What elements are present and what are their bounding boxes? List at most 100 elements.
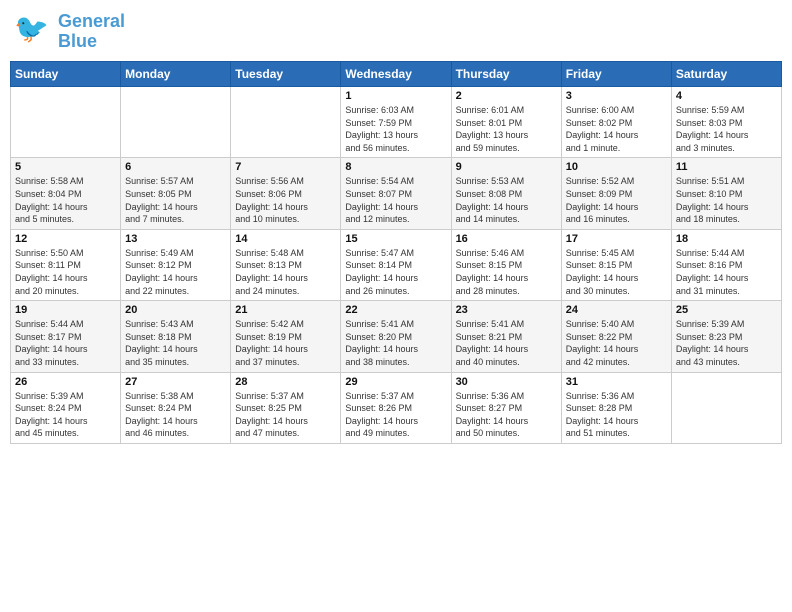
day-cell-2: 2 Sunrise: 6:01 AM Sunset: 8:01 PM Daylig… xyxy=(451,87,561,158)
day-info: Sunrise: 5:48 AM Sunset: 8:13 PM Dayligh… xyxy=(235,247,336,297)
week-row-4: 19 Sunrise: 5:44 AM Sunset: 8:17 PM Dayli… xyxy=(11,301,782,372)
day-number: 23 xyxy=(456,304,557,316)
empty-cell xyxy=(121,87,231,158)
day-number: 10 xyxy=(566,161,667,173)
day-number: 1 xyxy=(345,90,446,102)
day-number: 4 xyxy=(676,90,777,102)
calendar-table: SundayMondayTuesdayWednesdayThursdayFrid… xyxy=(10,61,782,444)
day-cell-10: 10 Sunrise: 5:52 AM Sunset: 8:09 PM Dayli… xyxy=(561,158,671,229)
day-cell-8: 8 Sunrise: 5:54 AM Sunset: 8:07 PM Daylig… xyxy=(341,158,451,229)
day-info: Sunrise: 5:44 AM Sunset: 8:17 PM Dayligh… xyxy=(15,318,116,368)
day-cell-22: 22 Sunrise: 5:41 AM Sunset: 8:20 PM Dayli… xyxy=(341,301,451,372)
day-cell-23: 23 Sunrise: 5:41 AM Sunset: 8:21 PM Dayli… xyxy=(451,301,561,372)
day-number: 9 xyxy=(456,161,557,173)
day-info: Sunrise: 5:41 AM Sunset: 8:20 PM Dayligh… xyxy=(345,318,446,368)
day-info: Sunrise: 5:44 AM Sunset: 8:16 PM Dayligh… xyxy=(676,247,777,297)
day-number: 29 xyxy=(345,376,446,388)
day-number: 5 xyxy=(15,161,116,173)
day-cell-15: 15Sunrise: 5:47 AM Sunset: 8:14 PM Dayli… xyxy=(341,229,451,300)
day-cell-24: 24 Sunrise: 5:40 AM Sunset: 8:22 PM Dayli… xyxy=(561,301,671,372)
logo-name: General xyxy=(58,12,125,32)
day-info: Sunrise: 5:36 AM Sunset: 8:28 PM Dayligh… xyxy=(566,390,667,440)
day-number: 22 xyxy=(345,304,446,316)
day-info: Sunrise: 5:45 AM Sunset: 8:15 PM Dayligh… xyxy=(566,247,667,297)
day-info: Sunrise: 6:03 AM Sunset: 7:59 PM Dayligh… xyxy=(345,104,446,154)
day-info: Sunrise: 5:54 AM Sunset: 8:07 PM Dayligh… xyxy=(345,175,446,225)
day-cell-16: 16 Sunrise: 5:46 AM Sunset: 8:15 PM Dayli… xyxy=(451,229,561,300)
day-cell-6: 6Sunrise: 5:57 AM Sunset: 8:05 PM Daylig… xyxy=(121,158,231,229)
weekday-header-saturday: Saturday xyxy=(671,62,781,87)
day-info: Sunrise: 5:46 AM Sunset: 8:15 PM Dayligh… xyxy=(456,247,557,297)
logo-bird-icon: 🐦 xyxy=(14,10,54,53)
day-cell-31: 31 Sunrise: 5:36 AM Sunset: 8:28 PM Dayli… xyxy=(561,372,671,443)
day-info: Sunrise: 5:51 AM Sunset: 8:10 PM Dayligh… xyxy=(676,175,777,225)
empty-cell xyxy=(671,372,781,443)
day-number: 16 xyxy=(456,233,557,245)
empty-cell xyxy=(231,87,341,158)
day-info: Sunrise: 5:37 AM Sunset: 8:25 PM Dayligh… xyxy=(235,390,336,440)
day-info: Sunrise: 6:00 AM Sunset: 8:02 PM Dayligh… xyxy=(566,104,667,154)
day-info: Sunrise: 5:37 AM Sunset: 8:26 PM Dayligh… xyxy=(345,390,446,440)
day-cell-20: 20 Sunrise: 5:43 AM Sunset: 8:18 PM Dayli… xyxy=(121,301,231,372)
day-info: Sunrise: 5:36 AM Sunset: 8:27 PM Dayligh… xyxy=(456,390,557,440)
day-info: Sunrise: 6:01 AM Sunset: 8:01 PM Dayligh… xyxy=(456,104,557,154)
header: 🐦 General Blue xyxy=(10,10,782,53)
day-number: 24 xyxy=(566,304,667,316)
page: 🐦 General Blue SundayMondayTuesdayWednes… xyxy=(0,0,792,612)
week-row-5: 26 Sunrise: 5:39 AM Sunset: 8:24 PM Dayli… xyxy=(11,372,782,443)
day-number: 18 xyxy=(676,233,777,245)
day-cell-1: 1 Sunrise: 6:03 AM Sunset: 7:59 PM Daylig… xyxy=(341,87,451,158)
day-number: 30 xyxy=(456,376,557,388)
week-row-3: 12Sunrise: 5:50 AM Sunset: 8:11 PM Dayli… xyxy=(11,229,782,300)
day-cell-17: 17 Sunrise: 5:45 AM Sunset: 8:15 PM Dayli… xyxy=(561,229,671,300)
day-cell-18: 18 Sunrise: 5:44 AM Sunset: 8:16 PM Dayli… xyxy=(671,229,781,300)
day-info: Sunrise: 5:58 AM Sunset: 8:04 PM Dayligh… xyxy=(15,175,116,225)
day-cell-9: 9 Sunrise: 5:53 AM Sunset: 8:08 PM Daylig… xyxy=(451,158,561,229)
day-number: 17 xyxy=(566,233,667,245)
day-cell-28: 28Sunrise: 5:37 AM Sunset: 8:25 PM Dayli… xyxy=(231,372,341,443)
weekday-header-sunday: Sunday xyxy=(11,62,121,87)
day-cell-19: 19 Sunrise: 5:44 AM Sunset: 8:17 PM Dayli… xyxy=(11,301,121,372)
week-row-2: 5 Sunrise: 5:58 AM Sunset: 8:04 PM Daylig… xyxy=(11,158,782,229)
day-number: 15 xyxy=(345,233,446,245)
weekday-header-tuesday: Tuesday xyxy=(231,62,341,87)
day-cell-13: 13 Sunrise: 5:49 AM Sunset: 8:12 PM Dayli… xyxy=(121,229,231,300)
day-number: 2 xyxy=(456,90,557,102)
day-info: Sunrise: 5:49 AM Sunset: 8:12 PM Dayligh… xyxy=(125,247,226,297)
weekday-header-row: SundayMondayTuesdayWednesdayThursdayFrid… xyxy=(11,62,782,87)
day-info: Sunrise: 5:56 AM Sunset: 8:06 PM Dayligh… xyxy=(235,175,336,225)
day-info: Sunrise: 5:39 AM Sunset: 8:23 PM Dayligh… xyxy=(676,318,777,368)
day-info: Sunrise: 5:50 AM Sunset: 8:11 PM Dayligh… xyxy=(15,247,116,297)
day-info: Sunrise: 5:41 AM Sunset: 8:21 PM Dayligh… xyxy=(456,318,557,368)
day-cell-27: 27Sunrise: 5:38 AM Sunset: 8:24 PM Dayli… xyxy=(121,372,231,443)
day-info: Sunrise: 5:40 AM Sunset: 8:22 PM Dayligh… xyxy=(566,318,667,368)
weekday-header-thursday: Thursday xyxy=(451,62,561,87)
day-info: Sunrise: 5:59 AM Sunset: 8:03 PM Dayligh… xyxy=(676,104,777,154)
weekday-header-friday: Friday xyxy=(561,62,671,87)
day-number: 26 xyxy=(15,376,116,388)
day-info: Sunrise: 5:43 AM Sunset: 8:18 PM Dayligh… xyxy=(125,318,226,368)
day-cell-3: 3Sunrise: 6:00 AM Sunset: 8:02 PM Daylig… xyxy=(561,87,671,158)
day-info: Sunrise: 5:53 AM Sunset: 8:08 PM Dayligh… xyxy=(456,175,557,225)
day-cell-25: 25 Sunrise: 5:39 AM Sunset: 8:23 PM Dayli… xyxy=(671,301,781,372)
day-info: Sunrise: 5:39 AM Sunset: 8:24 PM Dayligh… xyxy=(15,390,116,440)
logo-text-block: General Blue xyxy=(58,12,125,52)
day-number: 20 xyxy=(125,304,226,316)
day-cell-26: 26 Sunrise: 5:39 AM Sunset: 8:24 PM Dayli… xyxy=(11,372,121,443)
day-number: 25 xyxy=(676,304,777,316)
logo: 🐦 General Blue xyxy=(14,10,125,53)
day-cell-5: 5 Sunrise: 5:58 AM Sunset: 8:04 PM Daylig… xyxy=(11,158,121,229)
day-number: 8 xyxy=(345,161,446,173)
day-info: Sunrise: 5:57 AM Sunset: 8:05 PM Dayligh… xyxy=(125,175,226,225)
day-number: 19 xyxy=(15,304,116,316)
day-number: 31 xyxy=(566,376,667,388)
day-cell-7: 7Sunrise: 5:56 AM Sunset: 8:06 PM Daylig… xyxy=(231,158,341,229)
day-number: 13 xyxy=(125,233,226,245)
weekday-header-monday: Monday xyxy=(121,62,231,87)
day-info: Sunrise: 5:42 AM Sunset: 8:19 PM Dayligh… xyxy=(235,318,336,368)
day-number: 27 xyxy=(125,376,226,388)
day-number: 11 xyxy=(676,161,777,173)
logo-name2: Blue xyxy=(58,32,97,52)
day-info: Sunrise: 5:52 AM Sunset: 8:09 PM Dayligh… xyxy=(566,175,667,225)
svg-text:🐦: 🐦 xyxy=(14,13,49,44)
